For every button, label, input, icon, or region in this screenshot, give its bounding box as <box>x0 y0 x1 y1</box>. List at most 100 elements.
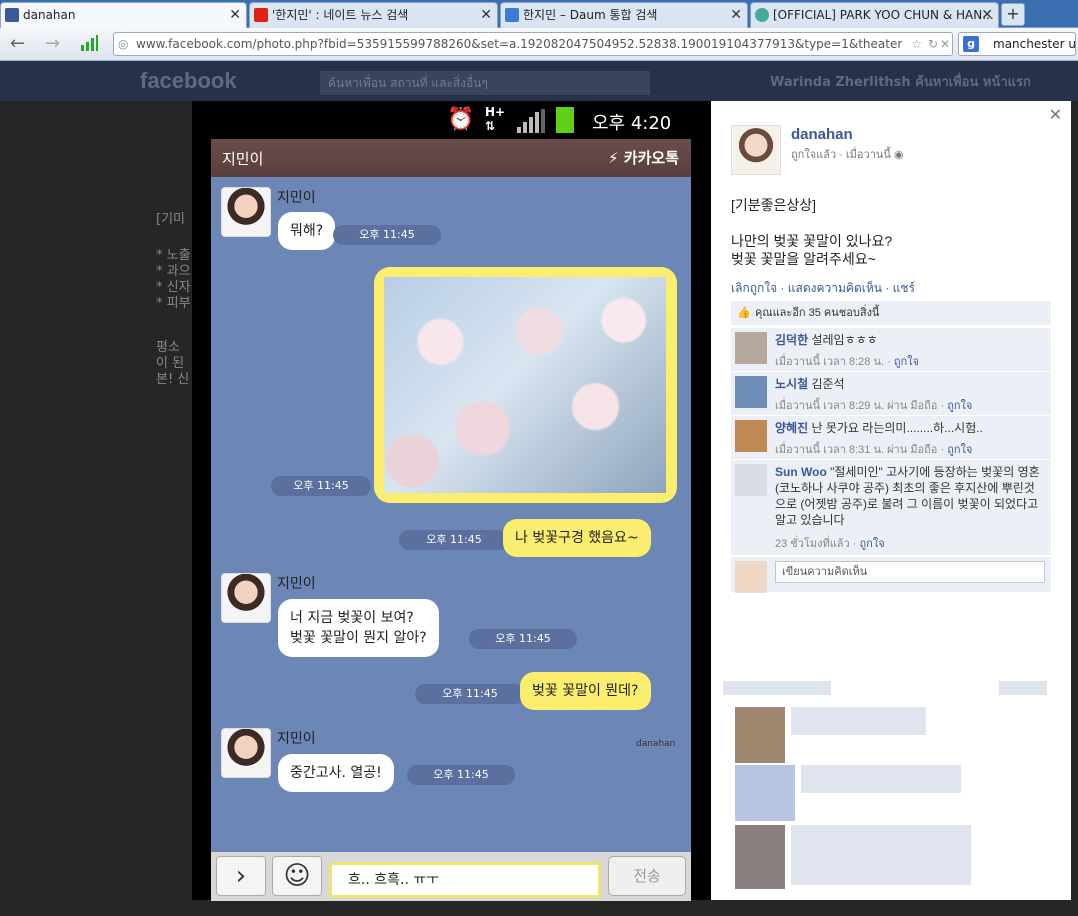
snippet: [기미 <box>156 212 185 227</box>
commenter-avatar[interactable] <box>735 464 767 496</box>
message-bubble[interactable]: 나 벚꽃구경 했음요~ <box>503 519 651 557</box>
search-input[interactable]: manchester uni <box>993 37 1075 51</box>
tab-nate-news[interactable]: '한지민' : 네이트 뉴스 검색 ✕ <box>249 2 498 28</box>
kakaotalk-logo: ⚡ 카카오톡 <box>608 147 679 168</box>
globe-icon: ◉ <box>894 149 904 161</box>
avatar[interactable] <box>221 187 271 237</box>
expand-button[interactable]: › <box>216 856 266 896</box>
page-name[interactable]: danahan <box>791 126 853 143</box>
blurred-region <box>791 707 926 735</box>
stop-icon[interactable]: ✕ <box>940 33 950 55</box>
cherry-blossom-photo[interactable] <box>384 277 666 493</box>
close-icon[interactable]: ✕ <box>480 3 492 27</box>
blurred-region <box>791 825 971 885</box>
new-tab-button[interactable]: + <box>1001 3 1025 26</box>
commenter-name[interactable]: Sun Woo <box>775 465 827 479</box>
comment-text: 난 못가요 라는의미........하...시험.. <box>811 421 983 435</box>
reload-icon[interactable]: ↻ <box>928 33 938 55</box>
timestamp: 오후 11:45 <box>333 225 441 245</box>
comment-input[interactable]: เขียนความคิดเห็น <box>775 561 1045 583</box>
photo-message[interactable] <box>374 267 677 503</box>
message-line: 너 지금 벚꽃이 보여? <box>290 610 414 626</box>
tab-danahan[interactable]: danahan ✕ <box>0 2 247 28</box>
commenter-avatar[interactable] <box>735 420 767 452</box>
close-icon[interactable]: ✕ <box>730 3 742 27</box>
timestamp: 오후 11:45 <box>415 684 525 704</box>
address-bar[interactable]: ◎ www.facebook.com/photo.php?fbid=535915… <box>113 32 953 56</box>
emoticon-button[interactable]: ☺ <box>272 856 322 896</box>
comment-body: Sun Woo "절세미인" 고사기에 등장하는 벚꽃의 영혼(코노하나 사쿠야… <box>775 464 1045 528</box>
tab-daum-search[interactable]: 한지민 – Daum 통합 검색 ✕ <box>500 2 748 28</box>
comment-time: เมื่อวานนี้ เวลา 8:31 น. ผ่าน มือถือ · <box>775 444 945 456</box>
close-icon[interactable]: ✕ <box>1049 105 1062 125</box>
like-link[interactable]: ถูกใจ <box>947 444 972 456</box>
timestamp: 오후 11:45 <box>399 530 509 550</box>
facebook-search-input[interactable]: ค้นหาเพื่อน สถานที่ และสิ่งอื่นๆ <box>320 71 650 95</box>
tab-label: danahan <box>23 8 76 22</box>
close-icon[interactable]: ✕ <box>981 3 993 27</box>
comment-text: 설레임ㅎㅎㅎ <box>811 333 878 347</box>
commenter-avatar[interactable] <box>735 376 767 408</box>
kakaotalk-chat: 지민이 ⚡ 카카오톡 지민이 뭐해? 오후 11:45 오후 11:45 오후 … <box>211 139 691 901</box>
like-link[interactable]: ถูกใจ <box>947 400 972 412</box>
avatar[interactable] <box>221 573 271 623</box>
comment-body: 노시철 김준석 <box>775 376 1045 392</box>
signal-icon <box>80 35 98 56</box>
blurred-region <box>801 765 961 793</box>
comment-meta: เมื่อวานนี้ เวลา 8:28 น. · ถูกใจ <box>775 352 919 370</box>
timestamp: 오후 11:45 <box>271 476 371 496</box>
danahan-watermark: danahan <box>636 739 676 749</box>
thumbs-up-icon: 👍 <box>737 307 751 319</box>
message-bubble[interactable]: 중간고사. 열공! <box>278 754 394 792</box>
commenter-name[interactable]: 양혜진 <box>775 421 808 435</box>
like-link[interactable]: ถูกใจ <box>860 538 885 550</box>
like-link[interactable]: ถูกใจ <box>894 356 919 368</box>
blurred-region <box>999 681 1047 695</box>
comment-body: 양혜진 난 못가요 라는의미........하...시험.. <box>775 420 1045 436</box>
facebook-logo[interactable]: facebook <box>140 68 237 94</box>
search-box[interactable]: g manchester uni <box>958 32 1076 56</box>
comment-time: 23 ชั่วโมงที่แล้ว · <box>775 538 857 550</box>
snippet: * 신자 <box>156 280 191 295</box>
sender-name: 지민이 <box>277 576 316 592</box>
timestamp: 오후 11:45 <box>407 765 515 785</box>
comment: 양혜진 난 못가요 라는의미........하...시험.. เมื่อวานน… <box>731 415 1051 459</box>
comment-text: 김준석 <box>811 377 845 391</box>
commenter-avatar[interactable] <box>735 332 767 364</box>
snippet: 본! 신 <box>156 372 190 387</box>
chat-title: 지민이 <box>222 150 264 168</box>
post-actions[interactable]: เลิกถูกใจ · แสดงความคิดเห็น · แชร์ <box>731 279 915 298</box>
message-bubble[interactable]: 뭐해? <box>278 212 336 250</box>
tab-official-fan[interactable]: [OFFICIAL] PARK YOO CHUN & HAN... ✕ <box>750 2 999 28</box>
sender-name: 지민이 <box>277 731 316 747</box>
message-bubble[interactable]: 너 지금 벚꽃이 보여? 벚꽃 꽃말이 뭔지 알아? <box>278 599 439 657</box>
tab-label: 한지민 – Daum 통합 검색 <box>523 8 658 22</box>
forward-icon[interactable]: → <box>45 34 60 54</box>
background-post-text: [기미 * 노출 * 과으 * 신자 * 피부 평소 이 된 본! 신 <box>150 150 192 400</box>
blurred-region <box>735 765 795 821</box>
post-line: 나만의 벚꽃 꽃말이 있나요? <box>731 233 893 249</box>
post-meta: ถูกใจแล้ว · เมื่อวานนี้ ◉ <box>791 145 904 163</box>
comment-composer: เขียนความคิดเห็น <box>731 556 1051 593</box>
blurred-region <box>735 825 785 889</box>
photo-viewer[interactable]: ⏰ H+ ⇅ 오후 4:20 지민이 ⚡ 카카오톡 지민이 뭐해? 오후 11:4… <box>192 101 711 901</box>
back-icon[interactable]: ← <box>10 34 25 54</box>
url-text: www.facebook.com/photo.php?fbid=53591559… <box>136 37 903 51</box>
likes-summary[interactable]: 👍 คุณและอีก 35 คนชอบสิ่งนี้ <box>731 301 1051 325</box>
lightning-icon: ⚡ <box>608 149 619 167</box>
message-bubble[interactable]: 벚꽃 꽃말이 뭔데? <box>520 672 651 710</box>
page-avatar[interactable] <box>731 125 781 175</box>
app-name: 카카오톡 <box>623 149 679 167</box>
post-title: [기분좋은상상] <box>731 197 817 213</box>
facebook-user-nav[interactable]: Warinda Zherlithsh ค้นหาเพื่อน หน้าแรก <box>770 71 1031 92</box>
comment-meta: เมื่อวานนี้ เวลา 8:29 น. ผ่าน มือถือ · ถ… <box>775 396 972 414</box>
post-meta-text: ถูกใจแล้ว · เมื่อวานนี้ <box>791 149 891 161</box>
commenter-name[interactable]: 김덕한 <box>775 333 808 347</box>
star-icon[interactable]: ☆ <box>911 33 922 55</box>
close-icon[interactable]: ✕ <box>229 3 241 27</box>
avatar[interactable] <box>221 728 271 778</box>
send-button[interactable]: 전송 <box>608 856 686 896</box>
timestamp: 오후 11:45 <box>469 629 577 649</box>
commenter-name[interactable]: 노시철 <box>775 377 808 391</box>
chat-input[interactable]: 흐.. 흐흑.. ㅠㅜ <box>329 862 601 898</box>
